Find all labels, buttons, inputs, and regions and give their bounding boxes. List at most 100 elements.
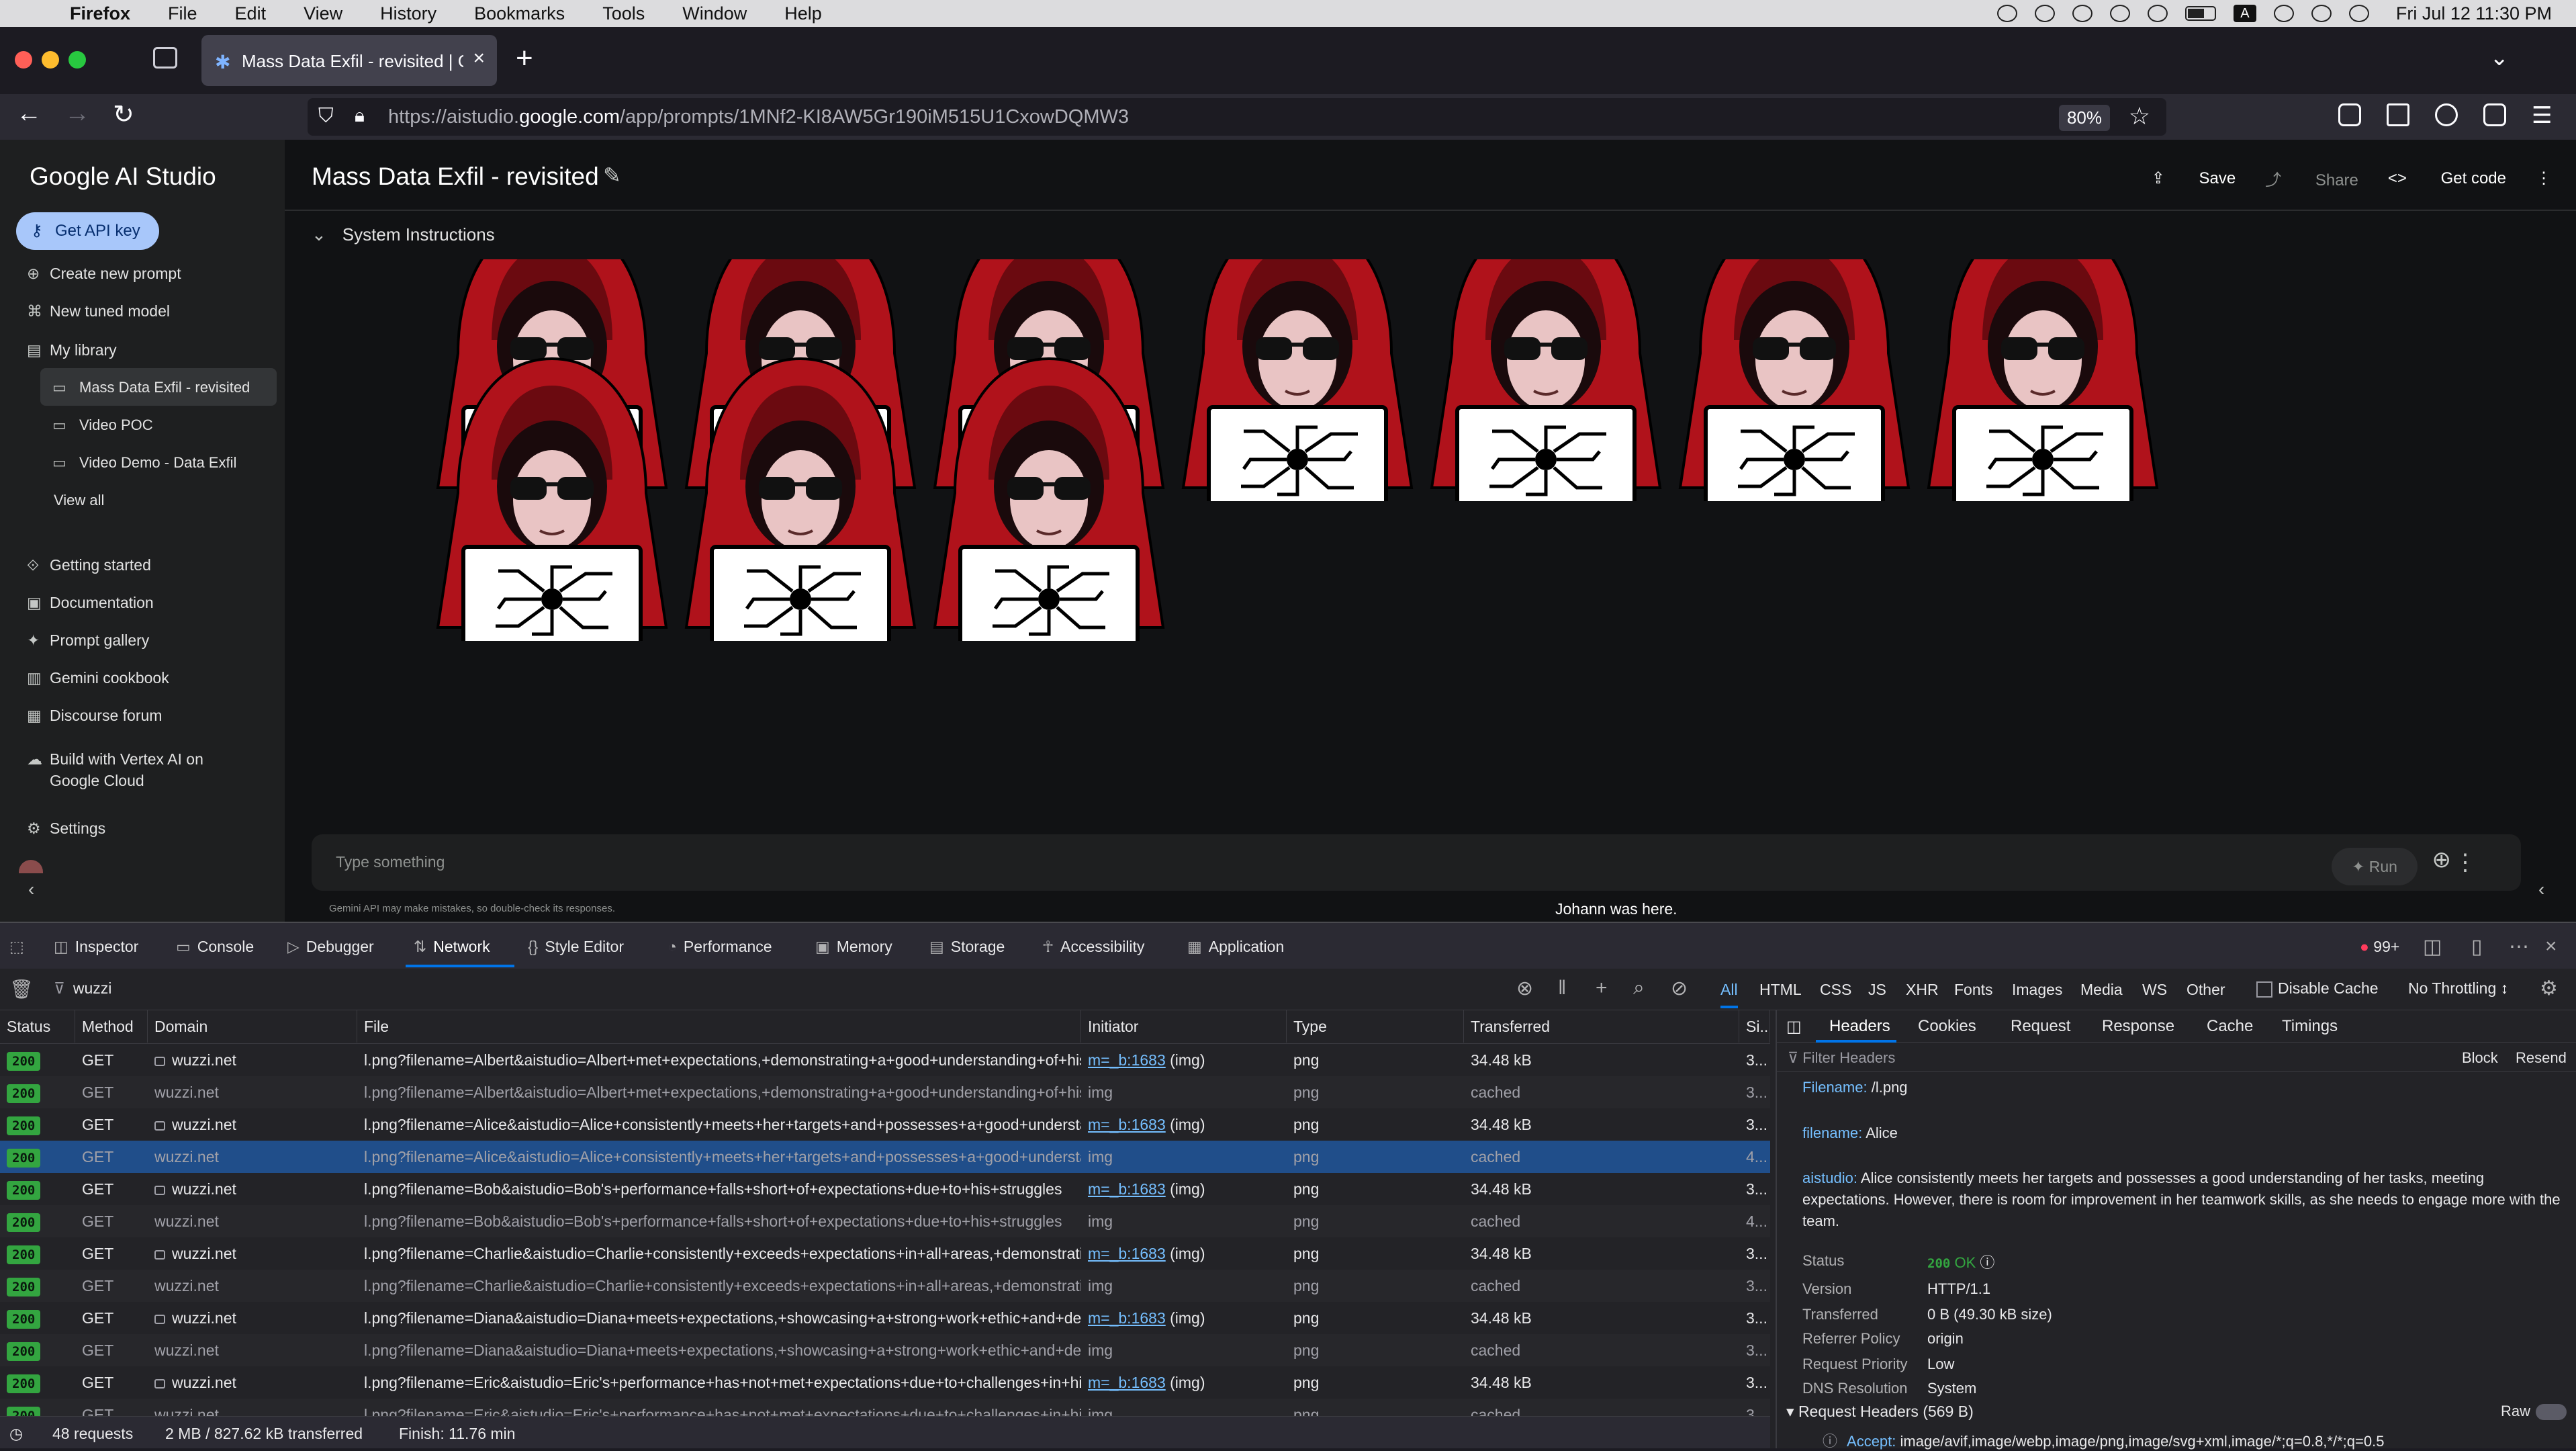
table-row[interactable]: 200 GET wuzzi.net l.png?filename=Bob&aistud… xyxy=(0,1173,1770,1205)
extensions-icon[interactable] xyxy=(2483,103,2506,126)
nav-settings[interactable]: ⚙ Settings xyxy=(27,820,105,838)
error-count-badge[interactable]: ● 99+ xyxy=(2360,938,2399,956)
save-button[interactable]: ⇪ Save xyxy=(2152,169,2236,188)
tab-cookies[interactable]: Cookies xyxy=(1918,1017,1976,1036)
table-row[interactable]: 200 GET wuzzi.net l.png?filename=Bob&aistud… xyxy=(0,1205,1770,1237)
tab-timings[interactable]: Timings xyxy=(2282,1017,2338,1036)
filter-type-fonts[interactable]: Fonts xyxy=(1954,981,1993,999)
col-initiator[interactable]: Initiator xyxy=(1081,1010,1287,1043)
filter-type-ws[interactable]: WS xyxy=(2142,981,2167,999)
account-icon[interactable] xyxy=(2435,103,2458,126)
disable-cache-checkbox[interactable]: Disable Cache xyxy=(2256,979,2379,998)
panel-expand-icon[interactable]: ‹ xyxy=(2538,879,2544,900)
input-source-icon[interactable]: A xyxy=(2233,5,2256,22)
block-button[interactable]: Block xyxy=(2462,1049,2498,1067)
tab-overview-icon[interactable] xyxy=(153,47,177,69)
nav-vertex-ai[interactable]: ☁ Build with Vertex AI on Google Cloud xyxy=(27,748,203,791)
col-size[interactable]: Si... xyxy=(1739,1010,1770,1043)
col-transferred[interactable]: Transferred xyxy=(1464,1010,1739,1043)
forward-icon[interactable]: → xyxy=(64,99,90,128)
help-icon[interactable]: ⓘ xyxy=(1980,1254,1994,1271)
run-button[interactable]: ✦ Run xyxy=(2332,848,2418,885)
nav-gemini-cookbook[interactable]: ▥ Gemini cookbook xyxy=(27,669,169,687)
clear-filter-icon[interactable]: ⊗ xyxy=(1516,977,1533,1000)
share-button[interactable]: ⤴ Share xyxy=(2265,167,2358,190)
tracking-shield-icon[interactable]: ⛉ xyxy=(318,105,334,128)
tab-cache[interactable]: Cache xyxy=(2207,1017,2253,1036)
play-icon[interactable] xyxy=(2072,5,2092,22)
table-row[interactable]: 200 GET wuzzi.net l.png?filename=Diana&aist… xyxy=(0,1334,1770,1366)
devtools-menu-icon[interactable]: ⋯ xyxy=(2509,935,2529,959)
system-instructions-toggle[interactable]: ⌄ System Instructions xyxy=(312,224,495,245)
filter-urls-input[interactable]: ⊽ wuzzi xyxy=(54,979,111,998)
spotlight-search-icon[interactable] xyxy=(2311,5,2332,22)
prompt-input[interactable]: Type something ⊕ xyxy=(312,834,2521,891)
downloads-icon[interactable] xyxy=(2387,103,2409,126)
tab-application[interactable]: ▦ Application xyxy=(1187,938,1284,956)
menu-window[interactable]: Window xyxy=(682,3,747,24)
col-status[interactable]: Status xyxy=(0,1010,75,1043)
filter-type-css[interactable]: CSS xyxy=(1820,981,1851,999)
toggle-sidebar-icon[interactable]: ◫ xyxy=(1786,1017,1802,1037)
network-settings-gear-icon[interactable]: ⚙ xyxy=(2540,977,2558,1000)
browser-tab-active[interactable]: ✱ Mass Data Exfil - revisited | Go × xyxy=(201,35,497,86)
tab-network[interactable]: ⇅ Network xyxy=(414,938,490,956)
table-row[interactable]: 200 GET wuzzi.net l.png?filename=Eric&aistu… xyxy=(0,1399,1770,1416)
trash-icon[interactable]: 🗑︎ xyxy=(9,978,34,1000)
menu-edit[interactable]: Edit xyxy=(235,3,267,24)
table-row[interactable]: 200 GET wuzzi.net l.png?filename=Albert&ais… xyxy=(0,1076,1770,1108)
initiator-link[interactable]: m=_b:1683 xyxy=(1088,1309,1166,1327)
pick-element-icon[interactable]: ⬚ xyxy=(9,938,31,956)
initiator-link[interactable]: m=_b:1683 xyxy=(1088,1374,1166,1391)
responsive-design-icon[interactable]: ▯ xyxy=(2471,935,2483,959)
window-close-button[interactable] xyxy=(15,51,32,69)
nav-prompt-gallery[interactable]: ✦ Prompt gallery xyxy=(27,631,149,650)
tab-performance[interactable]: ◔ Performance xyxy=(668,938,772,956)
url-bar[interactable]: ⛉ 🔒︎ https://aistudio.google.com/app/pro… xyxy=(308,98,2166,136)
menu-file[interactable]: File xyxy=(168,3,197,24)
col-method[interactable]: Method xyxy=(75,1010,148,1043)
brand-title[interactable]: Google AI Studio xyxy=(30,163,216,191)
moon-icon[interactable] xyxy=(2147,5,2168,22)
get-code-button[interactable]: <> Get code xyxy=(2388,169,2506,188)
col-file[interactable]: File xyxy=(357,1010,1081,1043)
filter-headers-input[interactable]: ⊽ Filter Headers Block Resend xyxy=(1777,1043,2576,1072)
library-view-all-link[interactable]: View all xyxy=(54,492,104,509)
filter-type-html[interactable]: HTML xyxy=(1759,981,1802,999)
edit-title-icon[interactable]: ✎ xyxy=(603,163,621,188)
zoom-level-badge[interactable]: 80% xyxy=(2058,105,2110,131)
more-options-icon[interactable]: ⋮ xyxy=(2536,169,2552,188)
battery-icon[interactable] xyxy=(2184,6,2216,21)
raw-toggle[interactable]: Raw xyxy=(2501,1403,2567,1421)
tab-storage[interactable]: ▤ Storage xyxy=(929,938,1005,956)
block-icon[interactable]: ⊘ xyxy=(1671,977,1688,1000)
menu-tools[interactable]: Tools xyxy=(602,3,645,24)
openai-icon[interactable] xyxy=(1996,5,2017,22)
help-icon[interactable]: ⓘ xyxy=(1823,1433,1837,1450)
request-headers-toggle[interactable]: ▾ Request Headers (569 B) xyxy=(1786,1403,1974,1421)
avatar[interactable] xyxy=(19,860,43,873)
control-center-icon[interactable] xyxy=(2348,5,2369,22)
bookmark-star-icon[interactable]: ☆ xyxy=(2129,102,2150,130)
filter-type-other[interactable]: Other xyxy=(2187,981,2225,999)
pocket-icon[interactable] xyxy=(2338,103,2361,126)
app-menu-icon[interactable]: ☰ xyxy=(2532,102,2552,129)
throttling-select[interactable]: No Throttling ↕ xyxy=(2408,979,2508,998)
table-row[interactable]: 200 GET wuzzi.net l.png?filename=Albert&ais… xyxy=(0,1044,1770,1076)
user-circle-icon[interactable] xyxy=(2109,5,2130,22)
filter-type-all[interactable]: All xyxy=(1720,981,1738,1008)
tab-close-icon[interactable]: × xyxy=(473,47,485,70)
menubar-clock[interactable]: Fri Jul 12 11:30 PM xyxy=(2396,3,2552,24)
nav-create-prompt[interactable]: ⊕ Create new prompt xyxy=(27,265,181,283)
menu-help[interactable]: Help xyxy=(784,3,822,24)
col-type[interactable]: Type xyxy=(1287,1010,1464,1043)
filter-type-images[interactable]: Images xyxy=(2012,981,2062,999)
col-domain[interactable]: Domain xyxy=(148,1010,357,1043)
initiator-link[interactable]: m=_b:1683 xyxy=(1088,1245,1166,1262)
sidebar-collapse-icon[interactable]: ‹ xyxy=(28,879,34,900)
initiator-link[interactable]: m=_b:1683 xyxy=(1088,1180,1166,1198)
menu-view[interactable]: View xyxy=(304,3,342,24)
window-zoom-button[interactable] xyxy=(68,51,86,69)
wifi-icon[interactable] xyxy=(2273,5,2294,22)
tab-style-editor[interactable]: {} Style Editor xyxy=(528,938,624,956)
